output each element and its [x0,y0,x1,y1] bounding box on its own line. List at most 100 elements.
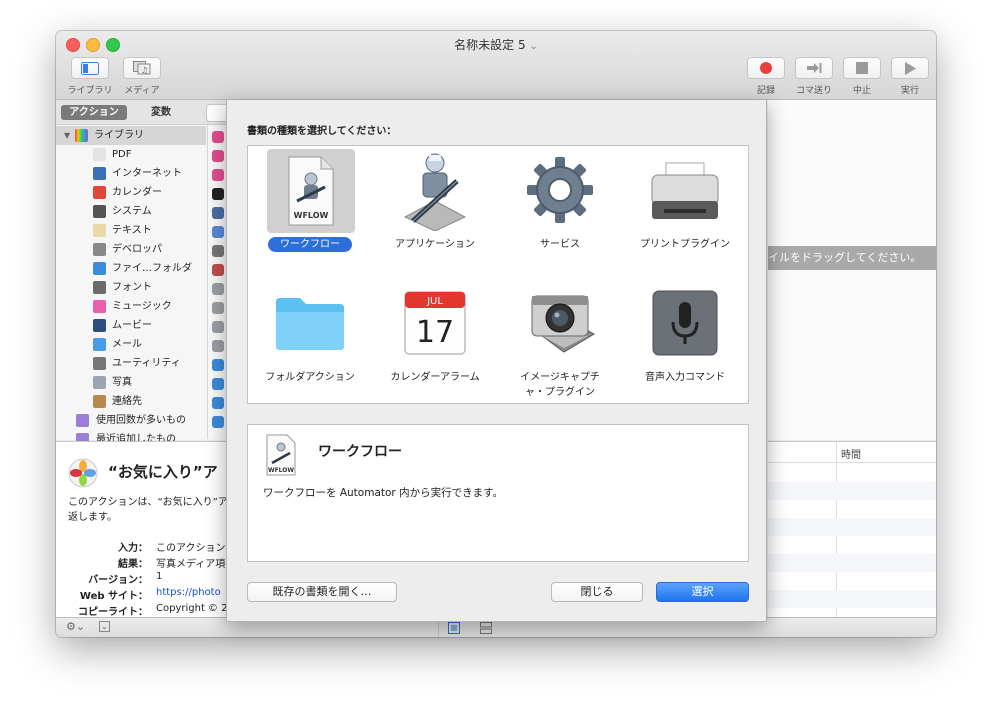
record-icon [760,62,772,74]
step-label: コマ送り [795,86,832,96]
media-button[interactable]: ♫ [123,57,161,79]
metadata-key: コピーライト： [78,607,148,618]
type-image-capture-plugin[interactable]: イメージキャプチ ャ・プラグイン [499,284,621,398]
sidebar-item-utility[interactable]: ユーティリティ [56,354,206,373]
log-column-time[interactable]: 時間 [841,446,861,461]
action-icon[interactable] [212,283,224,295]
sidebar-icon [81,61,99,75]
automator-robot-icon [403,153,467,231]
type-service[interactable]: サービス [499,149,621,259]
sidebar-item-movie[interactable]: ムービー [56,316,206,335]
actions-list-column [207,125,228,439]
metadata-key: Web サイト： [79,591,148,602]
close-button[interactable]: 閉じる [551,582,643,602]
sidebar-item-globe[interactable]: インターネット [56,164,206,183]
type-application[interactable]: アプリケーション [374,149,496,259]
action-icon[interactable] [212,264,224,276]
metadata-link[interactable]: https://photo [156,587,221,598]
drag-hint: イルをドラッグしてください。 [768,246,936,270]
folder-icon [276,298,344,350]
sidebar-item-mail[interactable]: メール [56,335,206,354]
movie-icon [93,319,106,332]
type-workflow[interactable]: WFLOW ワークフロー [249,149,371,259]
action-icon[interactable] [212,359,224,371]
action-icon[interactable] [212,340,224,352]
gear-icon[interactable]: ⚙⌄ [66,620,85,633]
photo-icon [93,376,106,389]
type-application-label: アプリケーション [395,239,475,250]
window-title[interactable]: 名称未設定 5 ⌄ [56,36,936,53]
split-view-icon[interactable] [480,622,492,634]
sidebar-item-system[interactable]: システム [56,202,206,221]
open-existing-document-button[interactable]: 既存の書類を開く… [247,582,397,602]
media-icon: ♫ [133,61,151,75]
sidebar-item-finder[interactable]: ファイ…フォルダ [56,259,206,278]
sidebar-item-calendar[interactable]: カレンダー [56,183,206,202]
sidebar-smart-group[interactable]: 使用回数が多いもの [56,411,206,430]
workflow-area[interactable]: イルをドラッグしてください。 [768,100,936,440]
microphone-icon [652,290,718,356]
detail-description: ワークフローを Automator 内から実行できます。 [263,487,504,499]
sidebar-item-text[interactable]: テキスト [56,221,206,240]
list-view-icon[interactable] [448,622,460,634]
action-icon[interactable] [212,188,224,200]
type-print-plugin-label: プリントプラグイン [640,239,730,250]
sidebar-item-developer[interactable]: デベロッパ [56,240,206,259]
library-toggle-button[interactable] [71,57,109,79]
run-button[interactable] [891,57,929,79]
printer-icon [651,162,719,219]
sidebar-item-label: メール [112,339,142,350]
run-label: 実行 [900,86,919,96]
wflow-badge: WFLOW [294,211,329,220]
text-icon [93,224,106,237]
action-icon[interactable] [212,397,224,409]
sidebar-item-font[interactable]: フォント [56,278,206,297]
action-icon[interactable] [212,416,224,428]
sidebar-item-label: ミュージック [112,301,172,312]
type-workflow-label: ワークフロー [268,237,352,252]
action-icon[interactable] [212,321,224,333]
log-row-stripe [768,518,936,536]
type-folder-action-label: フォルダアクション [265,372,355,383]
sidebar-item-contacts[interactable]: 連絡先 [56,392,206,411]
action-icon[interactable] [212,302,224,314]
type-print-plugin[interactable]: プリントプラグイン [624,149,746,259]
type-calendar-alarm[interactable]: JUL 17 カレンダーアラーム [374,284,496,394]
type-dictation-command[interactable]: 音声入力コマンド [624,284,746,394]
action-icon[interactable] [212,169,224,181]
library-pane: アクション 変数 ▼ ライブラリ PDF インターネットカレンダー システム テキスト… [56,100,238,446]
sidebar-item-photo[interactable]: 写真 [56,373,206,392]
sidebar-item-label: 写真 [112,377,132,388]
choose-button[interactable]: 選択 [656,582,749,602]
action-icon[interactable] [212,207,224,219]
action-icon[interactable] [212,150,224,162]
document-type-grid: WFLOW ワークフロー アプリケーション サービス プリントプラグイン フォル… [247,145,749,404]
mail-icon [93,338,106,351]
calendar-month: JUL [426,296,443,307]
action-icon[interactable] [212,245,224,257]
description-toggle-icon[interactable]: ⌄ [99,621,110,632]
stop-button[interactable] [843,57,881,79]
action-icon[interactable] [212,131,224,143]
library-root-item[interactable]: ▼ ライブラリ [56,126,206,145]
record-button[interactable] [747,57,785,79]
tab-actions[interactable]: アクション [61,105,127,120]
type-service-label: サービス [540,239,580,250]
sidebar-item-label: PDF [112,149,132,160]
utility-icon [93,357,106,370]
system-icon [93,205,106,218]
step-button[interactable] [795,57,833,79]
sidebar-item-pdf[interactable]: PDF [56,145,206,164]
camera-icon [531,295,596,353]
metadata-value: 写真メディア項 [156,559,226,570]
type-image-capture-label-line2: ャ・プラグイン [525,387,595,398]
sidebar-item-label: ムービー [112,320,152,331]
metadata-value: Copyright © 2 [156,603,228,614]
action-icon[interactable] [212,226,224,238]
sidebar-item-label: インターネット [112,168,182,179]
type-folder-action[interactable]: フォルダアクション [249,284,371,394]
tab-variables[interactable]: 変数 [151,105,171,120]
sidebar-item-music[interactable]: ミュージック [56,297,206,316]
disclosure-triangle-icon[interactable]: ▼ [64,126,70,145]
action-icon[interactable] [212,378,224,390]
